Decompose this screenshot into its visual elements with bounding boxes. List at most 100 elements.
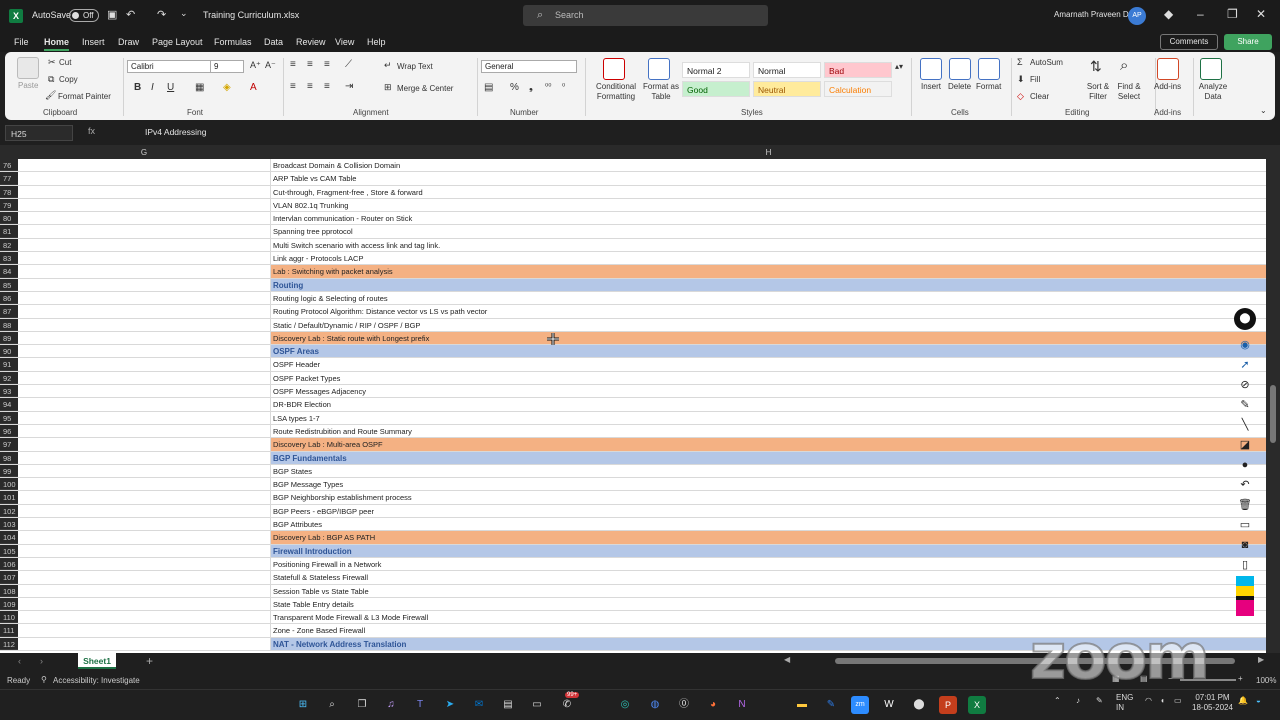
cell-h[interactable]: ARP Table vs CAM Table [271,172,1266,184]
cell-h[interactable]: Positioning Firewall in a Network [271,558,1266,570]
cell-h[interactable]: BGP Attributes [271,518,1266,530]
addins-button[interactable]: Add-ins [1154,82,1181,91]
percent-icon[interactable]: % [510,82,519,93]
collapse-ribbon-icon[interactable]: ⌄ [1260,106,1267,115]
ward-icon[interactable]: W [880,696,898,714]
align-middle-icon[interactable]: ≡ [307,59,313,70]
cell-h[interactable]: OSPF Messages Adjacency [271,385,1266,397]
cell-h[interactable]: BGP Message Types [271,478,1266,490]
telegram-icon[interactable]: ➤ [441,696,459,714]
cell-g[interactable] [18,518,271,531]
diamond-icon[interactable]: ◆ [1164,7,1173,21]
table-row[interactable]: 81 Spanning tree pprotocol [0,225,1266,239]
table-row[interactable]: 80 Intervlan communication - Router on St… [0,212,1266,226]
increase-decimal-icon[interactable]: ⁰⁰ [545,82,551,91]
style-bad[interactable]: Bad [824,62,892,78]
cell-h[interactable]: Firewall Introduction [271,544,1266,557]
table-row[interactable]: 91 OSPF Header [0,358,1266,372]
row-number[interactable]: 81 [0,225,18,238]
cell-h[interactable]: BGP Neighborship establishment process [271,491,1266,503]
language-indicator[interactable]: ENG IN [1116,693,1133,713]
cell-g[interactable] [18,265,271,278]
save-icon[interactable]: ▣ [107,8,117,21]
search-taskbar-icon[interactable]: ⌕ [323,696,341,714]
row-number[interactable]: 109 [0,597,18,611]
table-row[interactable]: 106 Positioning Firewall in a Network [0,557,1266,572]
cell-h[interactable]: Spanning tree pprotocol [271,225,1266,237]
accessibility-status[interactable]: Accessibility: Investigate [53,676,140,685]
excel-taskbar-icon[interactable]: X [968,696,986,714]
cell-g[interactable] [18,637,271,650]
name-box[interactable]: H25 [5,125,73,141]
addins-icon[interactable] [1157,58,1179,80]
analyze-data-button[interactable]: Analyze Data [1198,82,1228,102]
table-row[interactable]: 89 Discovery Lab : Static route with Long… [0,331,1266,346]
table-row[interactable]: 101 BGP Neighborship establishment proces… [0,491,1266,505]
sort-filter-button[interactable]: Sort & Filter [1083,82,1113,102]
cell-h[interactable]: Broadcast Domain & Collision Domain [271,159,1266,171]
format-as-table-icon[interactable] [648,58,670,80]
table-row[interactable]: 96 Route Redistrubition and Route Summary [0,424,1266,439]
chat-icon[interactable]: ✆ [558,696,576,714]
files-icon[interactable]: ▤ [499,696,517,714]
tab-draw[interactable]: Draw [118,37,139,47]
format-painter-button[interactable]: Format Painter [58,92,111,101]
wrap-text-button[interactable]: Wrap Text [397,62,433,71]
pointer-icon[interactable]: ➚ [1237,357,1253,373]
row-number[interactable]: 105 [0,544,18,557]
row-number[interactable]: 90 [0,345,18,358]
volume-icon[interactable]: ◖ [1160,696,1165,705]
indent-icon[interactable]: ⇥ [345,81,353,92]
row-number[interactable]: 107 [0,571,18,584]
tab-page-layout[interactable]: Page Layout [152,37,203,47]
cell-g[interactable] [18,318,271,331]
cell-g[interactable] [18,238,271,252]
pin-icon[interactable]: ⬤ [1234,308,1256,330]
cell-g[interactable] [18,358,271,371]
cell-g[interactable] [18,385,271,398]
table-row[interactable]: 90 OSPF Areas [0,345,1266,359]
row-number[interactable]: 91 [0,358,18,371]
tab-view[interactable]: View [335,37,354,47]
cell-g[interactable] [18,624,271,637]
row-number[interactable]: 97 [0,438,18,451]
table-row[interactable]: 88 Static / Default/Dynamic / RIP / OSPF … [0,318,1266,332]
share-button[interactable]: Share [1224,34,1272,50]
row-number[interactable]: 92 [0,371,18,385]
cell-g[interactable] [18,464,271,478]
notification-bell-icon[interactable]: 🔔 [1238,696,1248,705]
row-number[interactable]: 101 [0,491,18,504]
table-row[interactable]: 104 Discovery Lab : BGP AS PATH [0,531,1266,545]
table-row[interactable]: 92 OSPF Packet Types [0,371,1266,386]
cell-h[interactable]: BGP Fundamentals [271,451,1266,464]
pin-app-icon[interactable]: ⬤ [910,696,928,714]
powerpoint-icon[interactable]: P [939,696,957,714]
next-sheet-icon[interactable]: › [40,656,43,666]
cell-g[interactable] [18,597,271,611]
cell-h[interactable]: Routing logic & Selecting of routes [271,292,1266,304]
table-row[interactable]: 99 BGP States [0,464,1266,479]
table-row[interactable]: 84 Lab : Switching with packet analysis [0,265,1266,279]
bold-icon[interactable]: B [134,82,141,93]
table-row[interactable]: 82 Multi Switch scenario with access link… [0,238,1266,253]
table-row[interactable]: 83 Link aggr - Protocols LACP [0,252,1266,266]
cell-g[interactable] [18,371,271,385]
avatar[interactable]: AP [1128,7,1146,25]
delete-cells-button[interactable]: Delete [948,82,971,91]
scrollbar-thumb[interactable] [1270,385,1276,443]
cell-h[interactable]: OSPF Header [271,358,1266,370]
pen-tray-icon[interactable]: ✎ [1096,696,1103,705]
table-row[interactable]: 85 Routing [0,278,1266,292]
color-palette[interactable] [1236,576,1254,616]
font-color-icon[interactable]: A [250,82,257,93]
tab-file[interactable]: File [14,37,29,47]
cell-g[interactable] [18,544,271,557]
table-row[interactable]: 78 Cut-through, Fragment-free , Store & f… [0,185,1266,199]
terminal-icon[interactable]: ▭ [528,696,546,714]
prev-sheet-icon[interactable]: ‹ [18,656,21,666]
row-number[interactable]: 100 [0,478,18,491]
customize-qat-icon[interactable]: ⌄ [180,8,188,19]
file-name[interactable]: Training Curriculum.xlsx [203,10,299,20]
conditional-formatting-button[interactable]: Conditional Formatting [591,82,641,102]
firefox-icon[interactable]: ◕ [704,696,722,714]
